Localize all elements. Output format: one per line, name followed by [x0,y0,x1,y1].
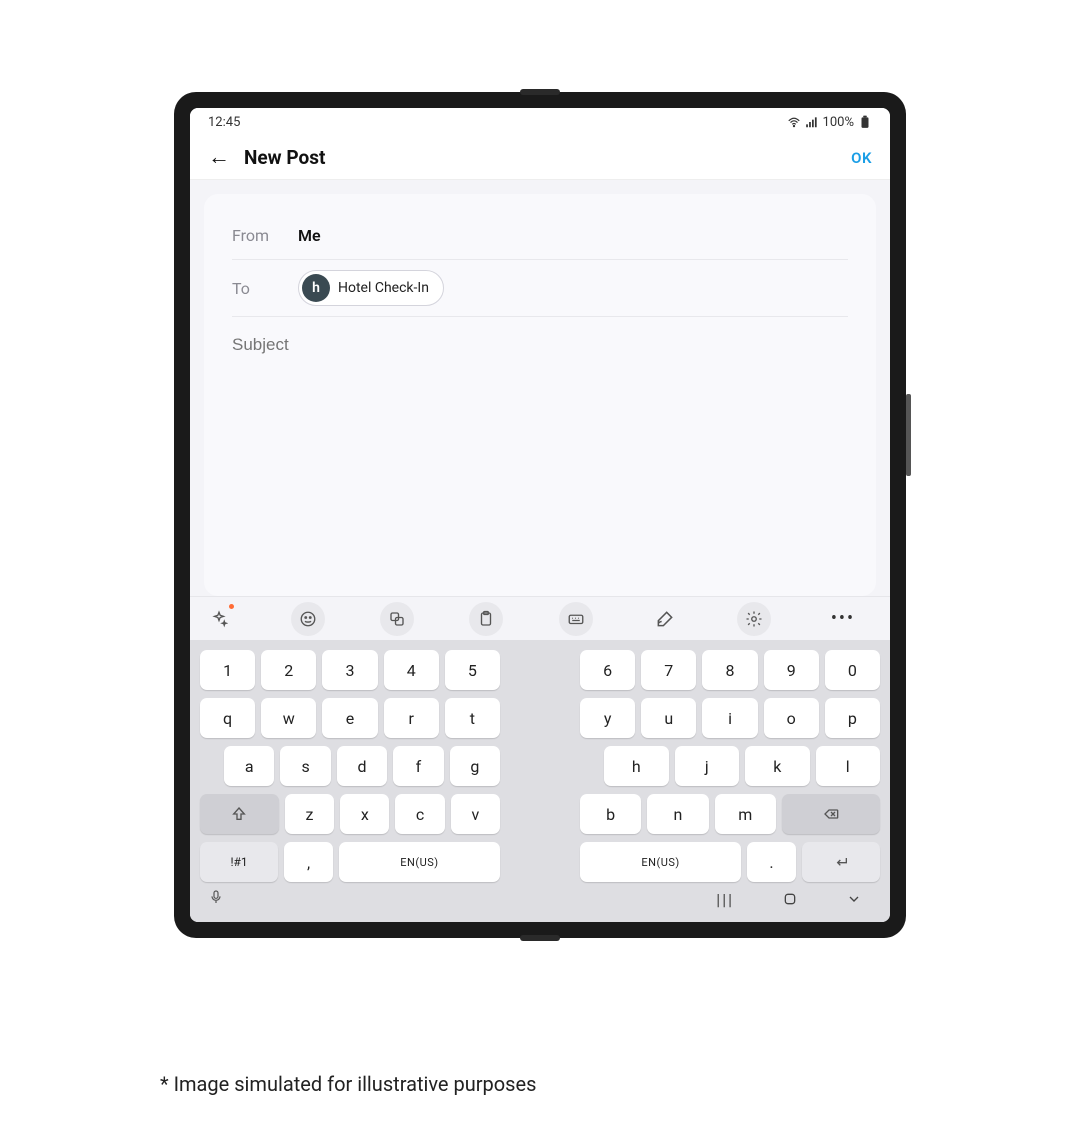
power-button-icon [906,394,911,476]
keyboard: 12345 qwert asdfg zxcv !#1 , EN(US) [190,640,890,922]
from-row: From Me [232,212,848,260]
key-8[interactable]: 8 [702,650,757,690]
to-row[interactable]: To h Hotel Check-In [232,260,848,317]
key-3[interactable]: 3 [322,650,377,690]
key-2[interactable]: 2 [261,650,316,690]
key-c[interactable]: c [395,794,444,834]
key-e[interactable]: e [322,698,377,738]
ai-sparkle-icon[interactable] [202,602,236,636]
hinge-icon [520,89,560,95]
device-frame: 12:45 100% ← New Post OK From Me [174,92,906,938]
back-nav-icon[interactable] [846,891,862,907]
key-o[interactable]: o [764,698,819,738]
handwriting-icon[interactable] [648,602,682,636]
chip-avatar: h [302,274,330,302]
to-label: To [232,279,274,298]
key-m[interactable]: m [715,794,776,834]
space-key-left[interactable]: EN(US) [339,842,500,882]
row-z-left: zxcv [200,794,500,834]
row-a-right: hjkl [580,746,880,786]
key-9[interactable]: 9 [764,650,819,690]
key-f[interactable]: f [393,746,443,786]
row-z-right: bnm [580,794,880,834]
key-y[interactable]: y [580,698,635,738]
key-q[interactable]: q [200,698,255,738]
symbols-key[interactable]: !#1 [200,842,278,882]
key-n[interactable]: n [647,794,708,834]
space-key-right[interactable]: EN(US) [580,842,741,882]
key-6[interactable]: 6 [580,650,635,690]
key-d[interactable]: d [337,746,387,786]
key-h[interactable]: h [604,746,669,786]
period-key[interactable]: . [747,842,796,882]
from-label: From [232,226,274,245]
enter-key[interactable] [802,842,880,882]
key-u[interactable]: u [641,698,696,738]
hinge-icon [520,935,560,941]
back-arrow-icon[interactable]: ← [208,147,230,169]
key-a[interactable]: a [224,746,274,786]
key-1[interactable]: 1 [200,650,255,690]
row-num-right: 67890 [580,650,880,690]
recents-nav-icon[interactable]: ||| [716,890,734,909]
key-v[interactable]: v [451,794,500,834]
more-icon[interactable]: ••• [826,602,860,636]
key-l[interactable]: l [816,746,881,786]
wifi-icon [787,115,801,129]
keyboard-right: 67890 yuiop hjkl bnm EN(US) . [580,650,880,882]
home-nav-icon[interactable] [782,891,798,907]
keyboard-toolbar: ••• [190,596,890,640]
key-g[interactable]: g [450,746,500,786]
key-5[interactable]: 5 [445,650,500,690]
keyboard-left: 12345 qwert asdfg zxcv !#1 , EN(US) [200,650,500,882]
compose-card: From Me To h Hotel Check-In [204,194,876,596]
status-time: 12:45 [208,115,240,130]
row-num-left: 12345 [200,650,500,690]
page-title: New Post [244,146,325,169]
key-r[interactable]: r [384,698,439,738]
signal-icon [805,115,819,129]
key-i[interactable]: i [702,698,757,738]
shift-key[interactable] [200,794,279,834]
clipboard-icon[interactable] [469,602,503,636]
comma-key[interactable]: , [284,842,333,882]
gear-icon[interactable] [737,602,771,636]
key-7[interactable]: 7 [641,650,696,690]
compose-area: From Me To h Hotel Check-In [190,180,890,596]
row-bottom-left: !#1 , EN(US) [200,842,500,882]
status-bar: 12:45 100% [190,108,890,136]
keyboard-mode-icon[interactable] [559,602,593,636]
ok-button[interactable]: OK [851,149,872,167]
key-z[interactable]: z [285,794,334,834]
key-0[interactable]: 0 [825,650,880,690]
emoji-icon[interactable] [291,602,325,636]
from-value: Me [298,226,321,245]
mic-icon[interactable] [208,889,224,909]
chip-text: Hotel Check-In [338,280,429,296]
key-p[interactable]: p [825,698,880,738]
battery-icon [858,115,872,129]
key-4[interactable]: 4 [384,650,439,690]
row-q-right: yuiop [580,698,880,738]
key-s[interactable]: s [280,746,330,786]
key-j[interactable]: j [675,746,740,786]
footnote: * Image simulated for illustrative purpo… [160,1072,536,1096]
row-q-left: qwert [200,698,500,738]
key-k[interactable]: k [745,746,810,786]
title-bar: ← New Post OK [190,136,890,180]
key-x[interactable]: x [340,794,389,834]
row-a-left: asdfg [200,746,500,786]
recipient-chip[interactable]: h Hotel Check-In [298,270,444,306]
battery-percent: 100% [823,115,854,130]
row-bottom-right: EN(US) . [580,842,880,882]
screen: 12:45 100% ← New Post OK From Me [190,108,890,922]
translate-icon[interactable] [380,602,414,636]
subject-input[interactable] [232,317,848,355]
key-w[interactable]: w [261,698,316,738]
backspace-key[interactable] [782,794,880,834]
key-t[interactable]: t [445,698,500,738]
key-b[interactable]: b [580,794,641,834]
